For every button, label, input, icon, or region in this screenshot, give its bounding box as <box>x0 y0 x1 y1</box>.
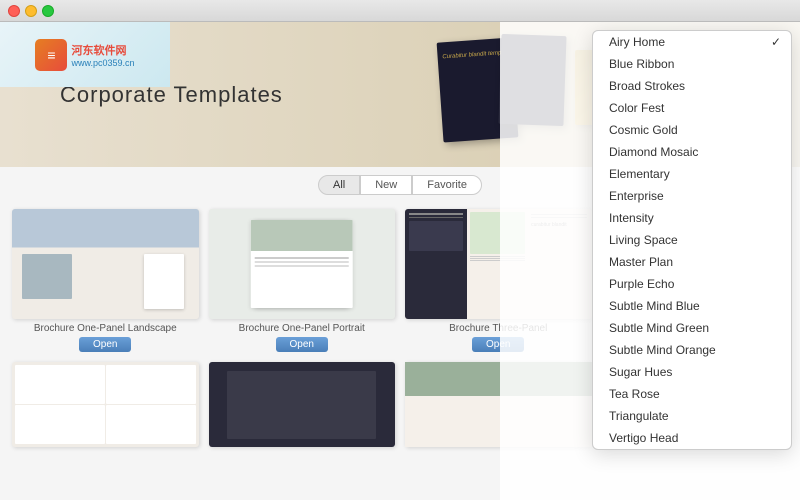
thumb-landscape-vis <box>12 209 199 319</box>
filter-tab-new[interactable]: New <box>360 175 412 195</box>
close-button[interactable] <box>8 5 20 17</box>
minimize-button[interactable] <box>25 5 37 17</box>
template-thumb-r2-0[interactable] <box>12 362 199 447</box>
thumb-portrait-vis <box>209 209 396 319</box>
watermark-logo: ≡ <box>35 39 67 71</box>
filter-tab-all[interactable]: All <box>318 175 360 195</box>
main-content: ≡ 河东软件网 www.pc0359.cn 🔍 Corporate Templa… <box>0 22 800 500</box>
dropdown-menu: Airy HomeBlue RibbonBroad StrokesColor F… <box>592 30 792 450</box>
template-name-0: Brochure One-Panel Landscape <box>34 323 177 334</box>
dropdown-item[interactable]: Diamond Mosaic <box>593 141 791 163</box>
template-open-btn-1[interactable]: Open <box>276 337 328 352</box>
dropdown-item[interactable]: Triangulate <box>593 405 791 427</box>
dropdown-item[interactable]: Broad Strokes <box>593 75 791 97</box>
dropdown-item[interactable]: Vertigo Head <box>593 427 791 449</box>
template-name-1: Brochure One-Panel Portrait <box>239 323 365 334</box>
filter-tab-favorite[interactable]: Favorite <box>412 175 482 195</box>
dropdown-item[interactable]: Living Space <box>593 229 791 251</box>
dropdown-item[interactable]: Enterprise <box>593 185 791 207</box>
maximize-button[interactable] <box>42 5 54 17</box>
watermark-site-bottom: www.pc0359.cn <box>71 58 134 68</box>
watermark-site-top: 河东软件网 <box>71 42 134 58</box>
template-item-0: Brochure One-Panel Landscape Open <box>12 209 199 352</box>
dropdown-item[interactable]: Cosmic Gold <box>593 119 791 141</box>
dropdown-item[interactable]: Blue Ribbon <box>593 53 791 75</box>
watermark: ≡ 河东软件网 www.pc0359.cn <box>0 22 170 87</box>
template-thumb-1[interactable] <box>209 209 396 319</box>
dropdown-item[interactable]: Subtle Mind Green <box>593 317 791 339</box>
dropdown-item[interactable]: Tea Rose <box>593 383 791 405</box>
dropdown-item[interactable]: Elementary <box>593 163 791 185</box>
dropdown-item[interactable]: Airy Home <box>593 31 791 53</box>
dropdown-item[interactable]: Intensity <box>593 207 791 229</box>
dropdown-item[interactable]: Sugar Hues <box>593 361 791 383</box>
titlebar <box>0 0 800 22</box>
dropdown-item[interactable]: Subtle Mind Blue <box>593 295 791 317</box>
template-thumb-r2-1[interactable] <box>209 362 396 447</box>
template-item-1: Brochure One-Panel Portrait Open <box>209 209 396 352</box>
dropdown-item[interactable]: Master Plan <box>593 251 791 273</box>
dropdown-item[interactable]: Color Fest <box>593 97 791 119</box>
dropdown-item[interactable]: Purple Echo <box>593 273 791 295</box>
template-thumb-0[interactable] <box>12 209 199 319</box>
template-open-btn-0[interactable]: Open <box>79 337 131 352</box>
dropdown-item[interactable]: Subtle Mind Orange <box>593 339 791 361</box>
titlebar-buttons <box>8 5 54 17</box>
